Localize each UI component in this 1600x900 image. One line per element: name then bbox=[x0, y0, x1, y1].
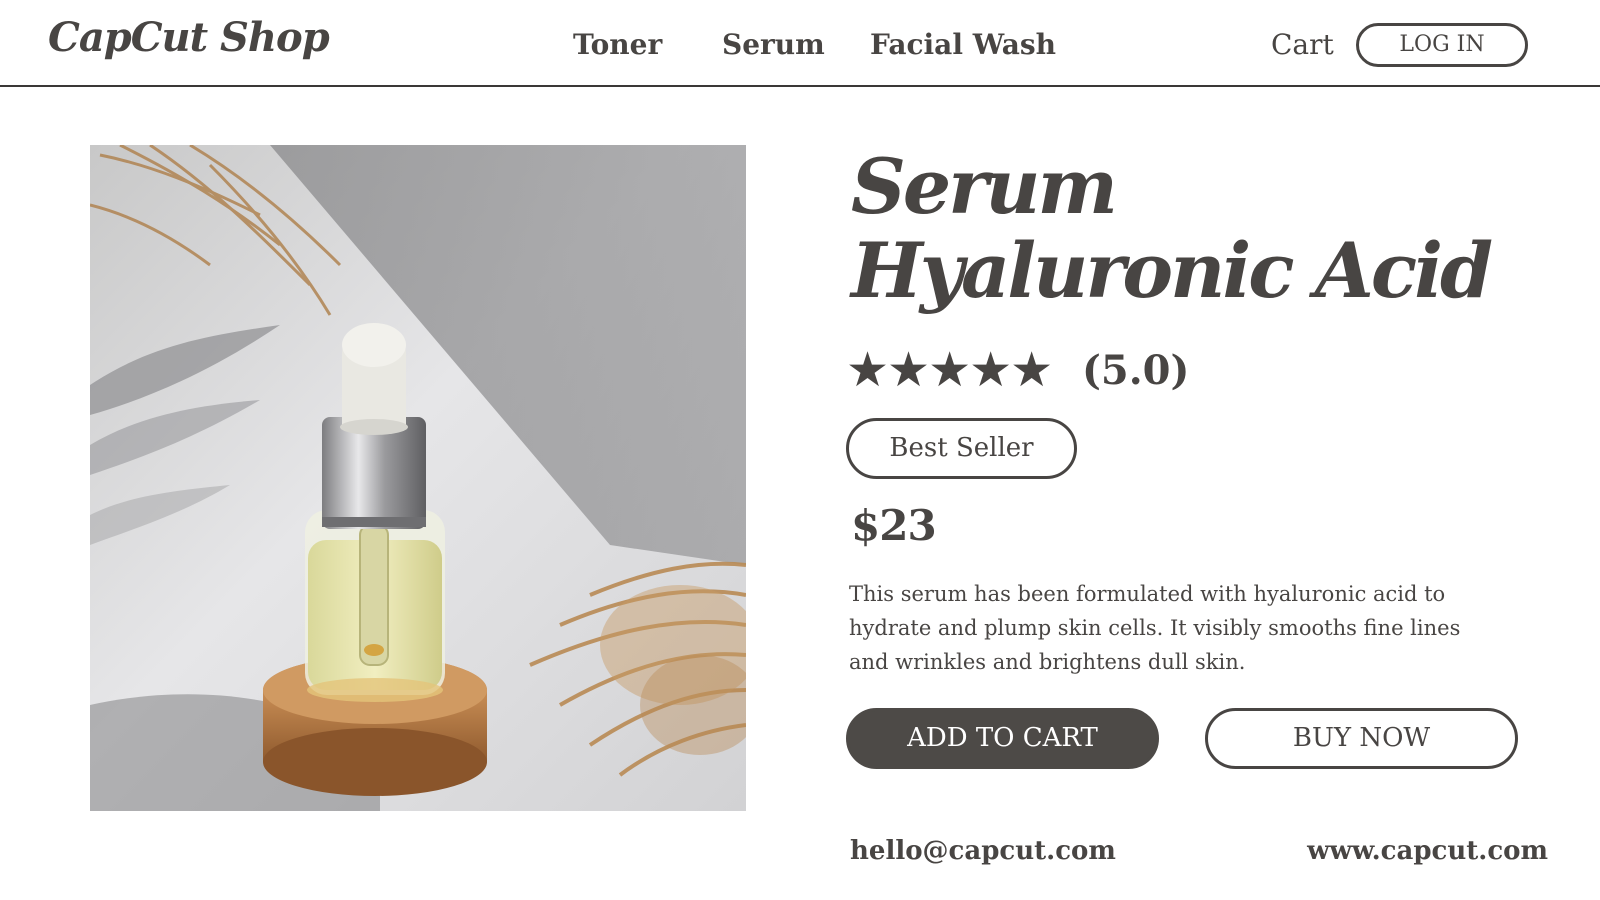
rating-stars: ★★★★★ bbox=[846, 342, 1053, 398]
product-price: $23 bbox=[851, 501, 937, 550]
buy-now-button[interactable]: BUY NOW bbox=[1205, 708, 1518, 769]
shop-logo[interactable]: CapCut Shop bbox=[48, 14, 330, 61]
nav-link-serum[interactable]: Serum bbox=[722, 28, 825, 61]
login-button[interactable]: LOG IN bbox=[1356, 23, 1528, 67]
website-link[interactable]: www.capcut.com bbox=[1307, 836, 1548, 866]
product-title-line1: Serum bbox=[851, 142, 1118, 231]
add-to-cart-button[interactable]: ADD TO CART bbox=[846, 708, 1159, 769]
serum-bottle-image bbox=[90, 145, 746, 811]
product-photo bbox=[90, 145, 746, 811]
product-title: Serum Hyaluronic Acid bbox=[851, 142, 1493, 315]
contact-email[interactable]: hello@capcut.com bbox=[850, 836, 1116, 866]
cart-link[interactable]: Cart bbox=[1271, 28, 1334, 61]
nav-link-toner[interactable]: Toner bbox=[573, 28, 662, 61]
header: CapCut Shop Toner Serum Facial Wash Cart… bbox=[0, 0, 1600, 87]
product-description: This serum has been formulated with hyal… bbox=[849, 582, 1461, 674]
best-seller-badge: Best Seller bbox=[846, 418, 1077, 479]
product-title-line2: Hyaluronic Acid bbox=[851, 226, 1493, 315]
nav-link-facial-wash[interactable]: Facial Wash bbox=[870, 28, 1056, 61]
rating-value: (5.0) bbox=[1082, 347, 1190, 394]
